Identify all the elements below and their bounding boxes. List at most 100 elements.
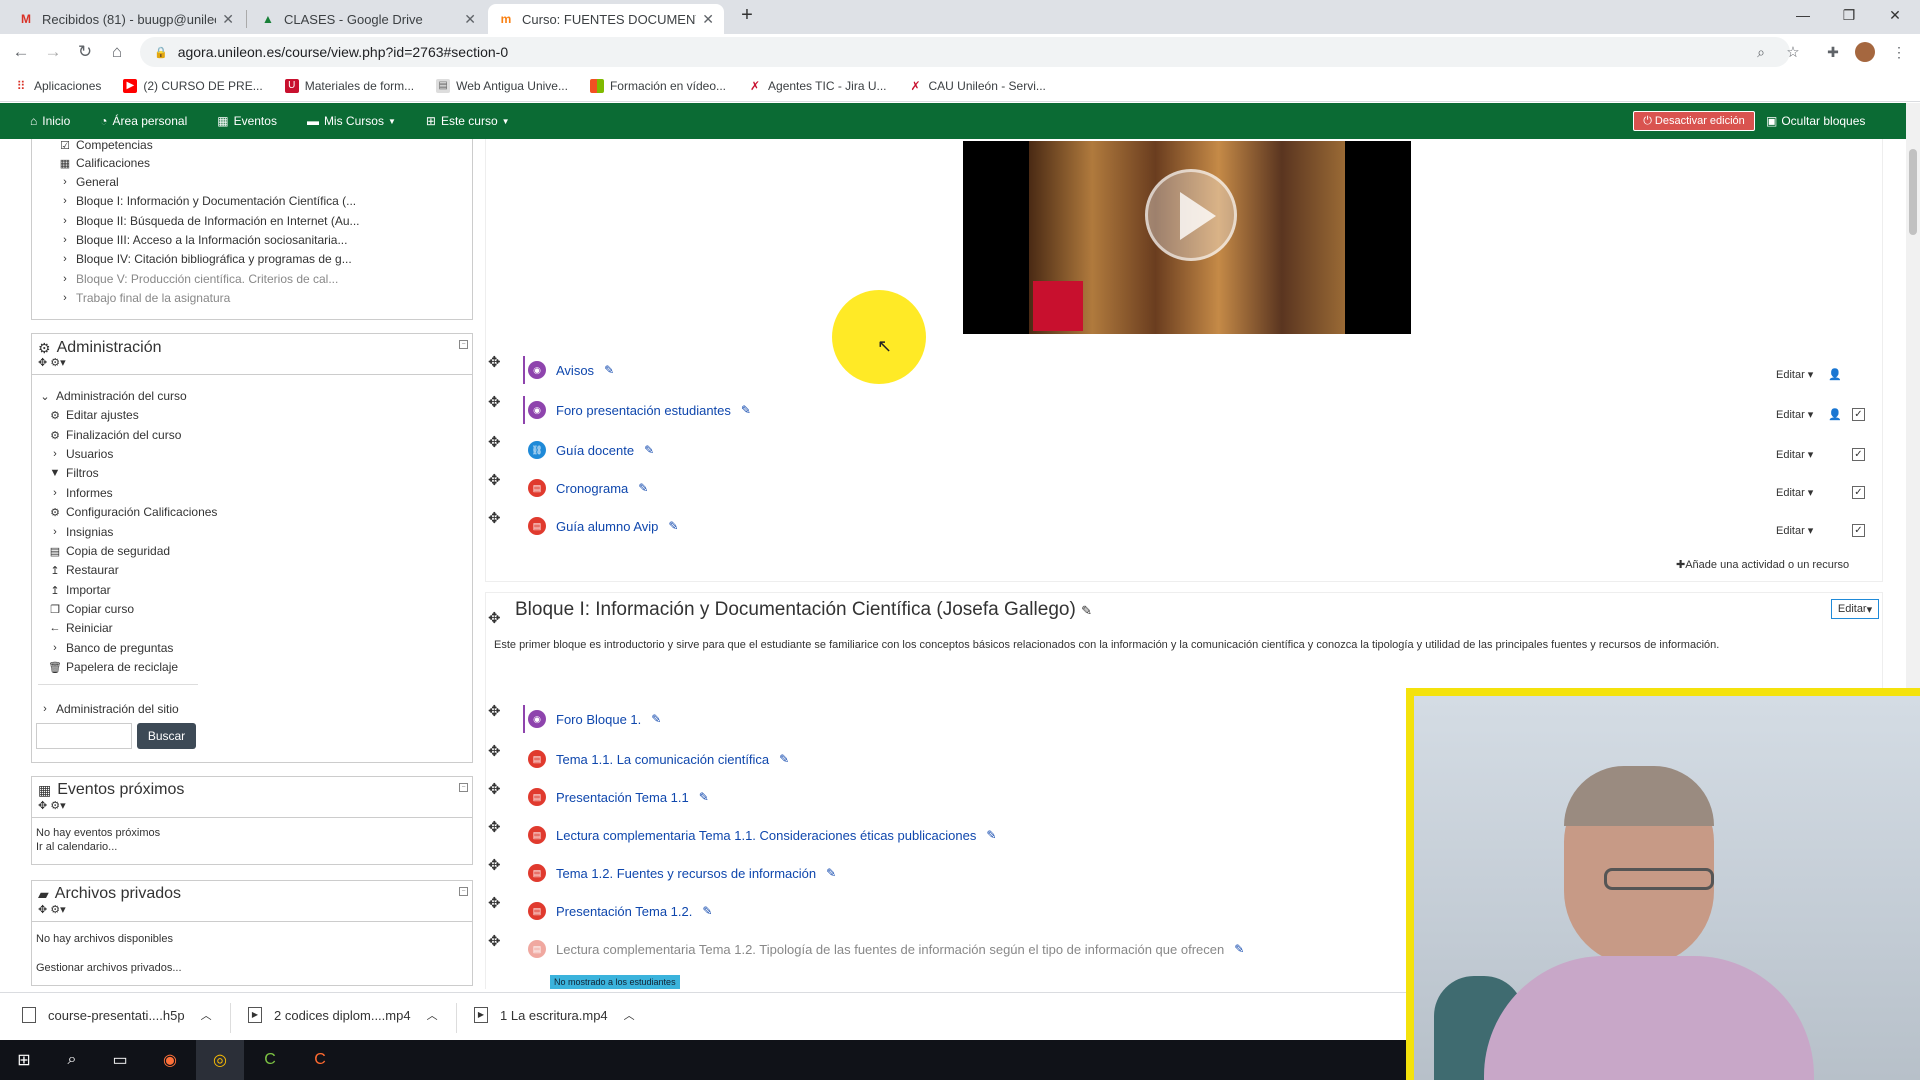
windows-start-icon[interactable]: ⊞ — [0, 1040, 48, 1080]
move-icon[interactable]: ✥ — [488, 818, 501, 836]
move-icon[interactable]: ✥ — [488, 932, 501, 950]
activity-guia-alumno[interactable]: ▤ Guía alumno Avip ✎ — [528, 517, 678, 535]
bookmark-jira[interactable]: ✗ Agentes TIC - Jira U... — [748, 79, 887, 93]
window-close-icon[interactable]: ✕ — [1872, 0, 1918, 30]
move-icon[interactable]: ✥ — [488, 609, 501, 627]
nav-item-calificaciones[interactable]: ▦ Calificaciones — [58, 156, 150, 170]
star-icon[interactable]: ☆ — [1780, 40, 1806, 64]
edit-menu[interactable]: Editar ▾ — [1776, 368, 1813, 381]
new-tab-button[interactable]: + — [735, 0, 759, 30]
bookmark-cau[interactable]: ✗ CAU Unileón - Servi... — [909, 79, 1045, 93]
activity-presentacion-1-1[interactable]: ▤ Presentación Tema 1.1 ✎ — [528, 788, 709, 806]
minimize-icon[interactable]: — — [1780, 0, 1826, 30]
admin-item[interactable]: ▼ Filtros — [48, 466, 99, 480]
completion-checkbox[interactable]: ✓ — [1852, 486, 1865, 499]
user-icon[interactable]: 👤 — [1828, 368, 1842, 381]
zoom-icon[interactable]: ⌕ — [1748, 40, 1774, 64]
deactivate-edit-button[interactable]: ⏻ Desactivar edición — [1633, 111, 1755, 131]
bookmark-formacion[interactable]: Formación en vídeo... — [589, 78, 726, 93]
menu-icon[interactable]: ⋮ — [1886, 40, 1912, 64]
restore-icon[interactable]: ❐ — [1826, 0, 1872, 30]
admin-search-input[interactable] — [36, 723, 132, 749]
camtasia-orange-icon[interactable]: C — [296, 1040, 344, 1080]
admin-item[interactable]: ⚙ Editar ajustes — [48, 408, 139, 422]
camtasia-green-icon[interactable]: C — [246, 1040, 294, 1080]
nav-item-trabajo-final[interactable]: › Trabajo final de la asignatura — [58, 291, 230, 305]
gear-icon[interactable]: ⚙▾ — [50, 357, 65, 369]
section-edit-menu[interactable]: Editar ▾ — [1831, 599, 1879, 619]
nav-item-bloque-5[interactable]: › Bloque V: Producción científica. Criter… — [58, 272, 338, 286]
move-icon[interactable]: ✥ — [38, 800, 47, 812]
move-icon[interactable]: ✥ — [488, 894, 501, 912]
gear-icon[interactable]: ⚙▾ — [50, 800, 65, 812]
admin-item[interactable]: › Informes — [48, 486, 113, 500]
chrome-icon[interactable]: ◎ — [196, 1040, 244, 1080]
activity-tema-1-1[interactable]: ▤ Tema 1.1. La comunicación científica ✎ — [528, 750, 789, 768]
nav-item-bloque-4[interactable]: › Bloque IV: Citación bibliográfica y pro… — [58, 252, 352, 266]
pencil-icon[interactable]: ✎ — [702, 904, 712, 918]
pencil-icon[interactable]: ✎ — [1081, 603, 1092, 618]
bookmark-apps[interactable]: ⠿ Aplicaciones — [14, 79, 102, 93]
block-controls[interactable]: ✥ ⚙▾ — [38, 356, 66, 369]
course-admin-toggle[interactable]: ⌄ Administración del curso — [38, 389, 186, 403]
move-icon[interactable]: ✥ — [488, 393, 501, 411]
download-item[interactable]: ▶ 2 codices diplom....mp4 ︿ — [248, 1007, 438, 1023]
activity-presentacion-1-2[interactable]: ▤ Presentación Tema 1.2. ✎ — [528, 902, 712, 920]
bookmark-youtube[interactable]: ▶ (2) CURSO DE PRE... — [123, 78, 263, 93]
firefox-icon[interactable]: ◉ — [146, 1040, 194, 1080]
move-icon[interactable]: ✥ — [488, 742, 501, 760]
move-icon[interactable]: ✥ — [488, 702, 501, 720]
activity-foro-presentacion[interactable]: ◉ Foro presentación estudiantes ✎ — [523, 396, 751, 424]
reload-icon[interactable]: ↻ — [72, 40, 98, 64]
move-icon[interactable]: ✥ — [488, 353, 501, 371]
manage-files-link[interactable]: Gestionar archivos privados... — [36, 962, 182, 974]
move-icon[interactable]: ✥ — [488, 433, 501, 451]
tab-gmail[interactable]: M Recibidos (81) - buugp@unileon ✕ — [8, 4, 244, 34]
collapse-icon[interactable]: − — [459, 340, 468, 349]
activity-avisos[interactable]: ◉ Avisos ✎ — [523, 356, 614, 384]
search-icon[interactable]: ⌕ — [48, 1040, 96, 1080]
nav-item-competencias[interactable]: ☑ Competencias — [58, 139, 153, 152]
gear-icon[interactable]: ⚙▾ — [50, 904, 65, 916]
edit-menu[interactable]: Editar ▾ — [1776, 408, 1813, 421]
chevron-up-icon[interactable]: ︿ — [427, 1007, 438, 1023]
forward-icon[interactable]: → — [40, 40, 66, 64]
activity-foro-bloque1[interactable]: ◉ Foro Bloque 1. ✎ — [523, 705, 661, 733]
nav-item-general[interactable]: › General — [58, 175, 119, 189]
chevron-up-icon[interactable]: ︿ — [201, 1007, 212, 1023]
search-button[interactable]: Buscar — [137, 723, 196, 749]
move-icon[interactable]: ✥ — [488, 780, 501, 798]
admin-item[interactable]: ▤ Copia de seguridad — [48, 544, 170, 558]
add-activity-link[interactable]: ✚Añade una actividad o un recurso — [1676, 558, 1849, 571]
pencil-icon[interactable]: ✎ — [668, 519, 678, 533]
edit-menu[interactable]: Editar ▾ — [1776, 486, 1813, 499]
pencil-icon[interactable]: ✎ — [741, 403, 751, 417]
admin-item[interactable]: › Usuarios — [48, 447, 113, 461]
move-icon[interactable]: ✥ — [38, 904, 47, 916]
block-controls[interactable]: ✥ ⚙▾ — [38, 799, 66, 812]
close-icon[interactable]: ✕ — [464, 11, 476, 28]
nav-inicio[interactable]: ⌂ Inicio — [30, 114, 70, 128]
close-icon[interactable]: ✕ — [222, 11, 234, 28]
admin-item[interactable]: ← Reiniciar — [48, 621, 113, 635]
back-icon[interactable]: ← — [8, 40, 34, 64]
pencil-icon[interactable]: ✎ — [651, 712, 661, 726]
video-player[interactable] — [963, 141, 1411, 334]
url-bar[interactable]: 🔒 agora.unileon.es/course/view.php?id=27… — [140, 37, 1790, 67]
admin-item[interactable]: ↥ Importar — [48, 583, 110, 597]
play-icon[interactable] — [1145, 169, 1237, 261]
nav-este-curso[interactable]: ⊞ Este curso ▼ — [426, 114, 510, 128]
tab-drive[interactable]: ▲ CLASES - Google Drive ✕ — [250, 4, 486, 34]
admin-item[interactable]: › Insignias — [48, 525, 113, 539]
admin-item[interactable]: ⚙ Finalización del curso — [48, 428, 181, 442]
collapse-icon[interactable]: − — [459, 887, 468, 896]
nav-item-bloque-2[interactable]: › Bloque II: Búsqueda de Información en I… — [58, 214, 359, 228]
activity-tema-1-2[interactable]: ▤ Tema 1.2. Fuentes y recursos de informa… — [528, 864, 836, 882]
chevron-up-icon[interactable]: ︿ — [624, 1007, 635, 1023]
admin-item[interactable]: 🗑 Papelera de reciclaje — [48, 660, 178, 674]
download-item[interactable]: ▶ 1 La escritura.mp4 ︿ — [474, 1007, 635, 1023]
close-icon[interactable]: ✕ — [702, 11, 714, 28]
pencil-icon[interactable]: ✎ — [644, 443, 654, 457]
site-admin-toggle[interactable]: › Administración del sitio — [38, 702, 179, 716]
collapse-icon[interactable]: − — [459, 783, 468, 792]
